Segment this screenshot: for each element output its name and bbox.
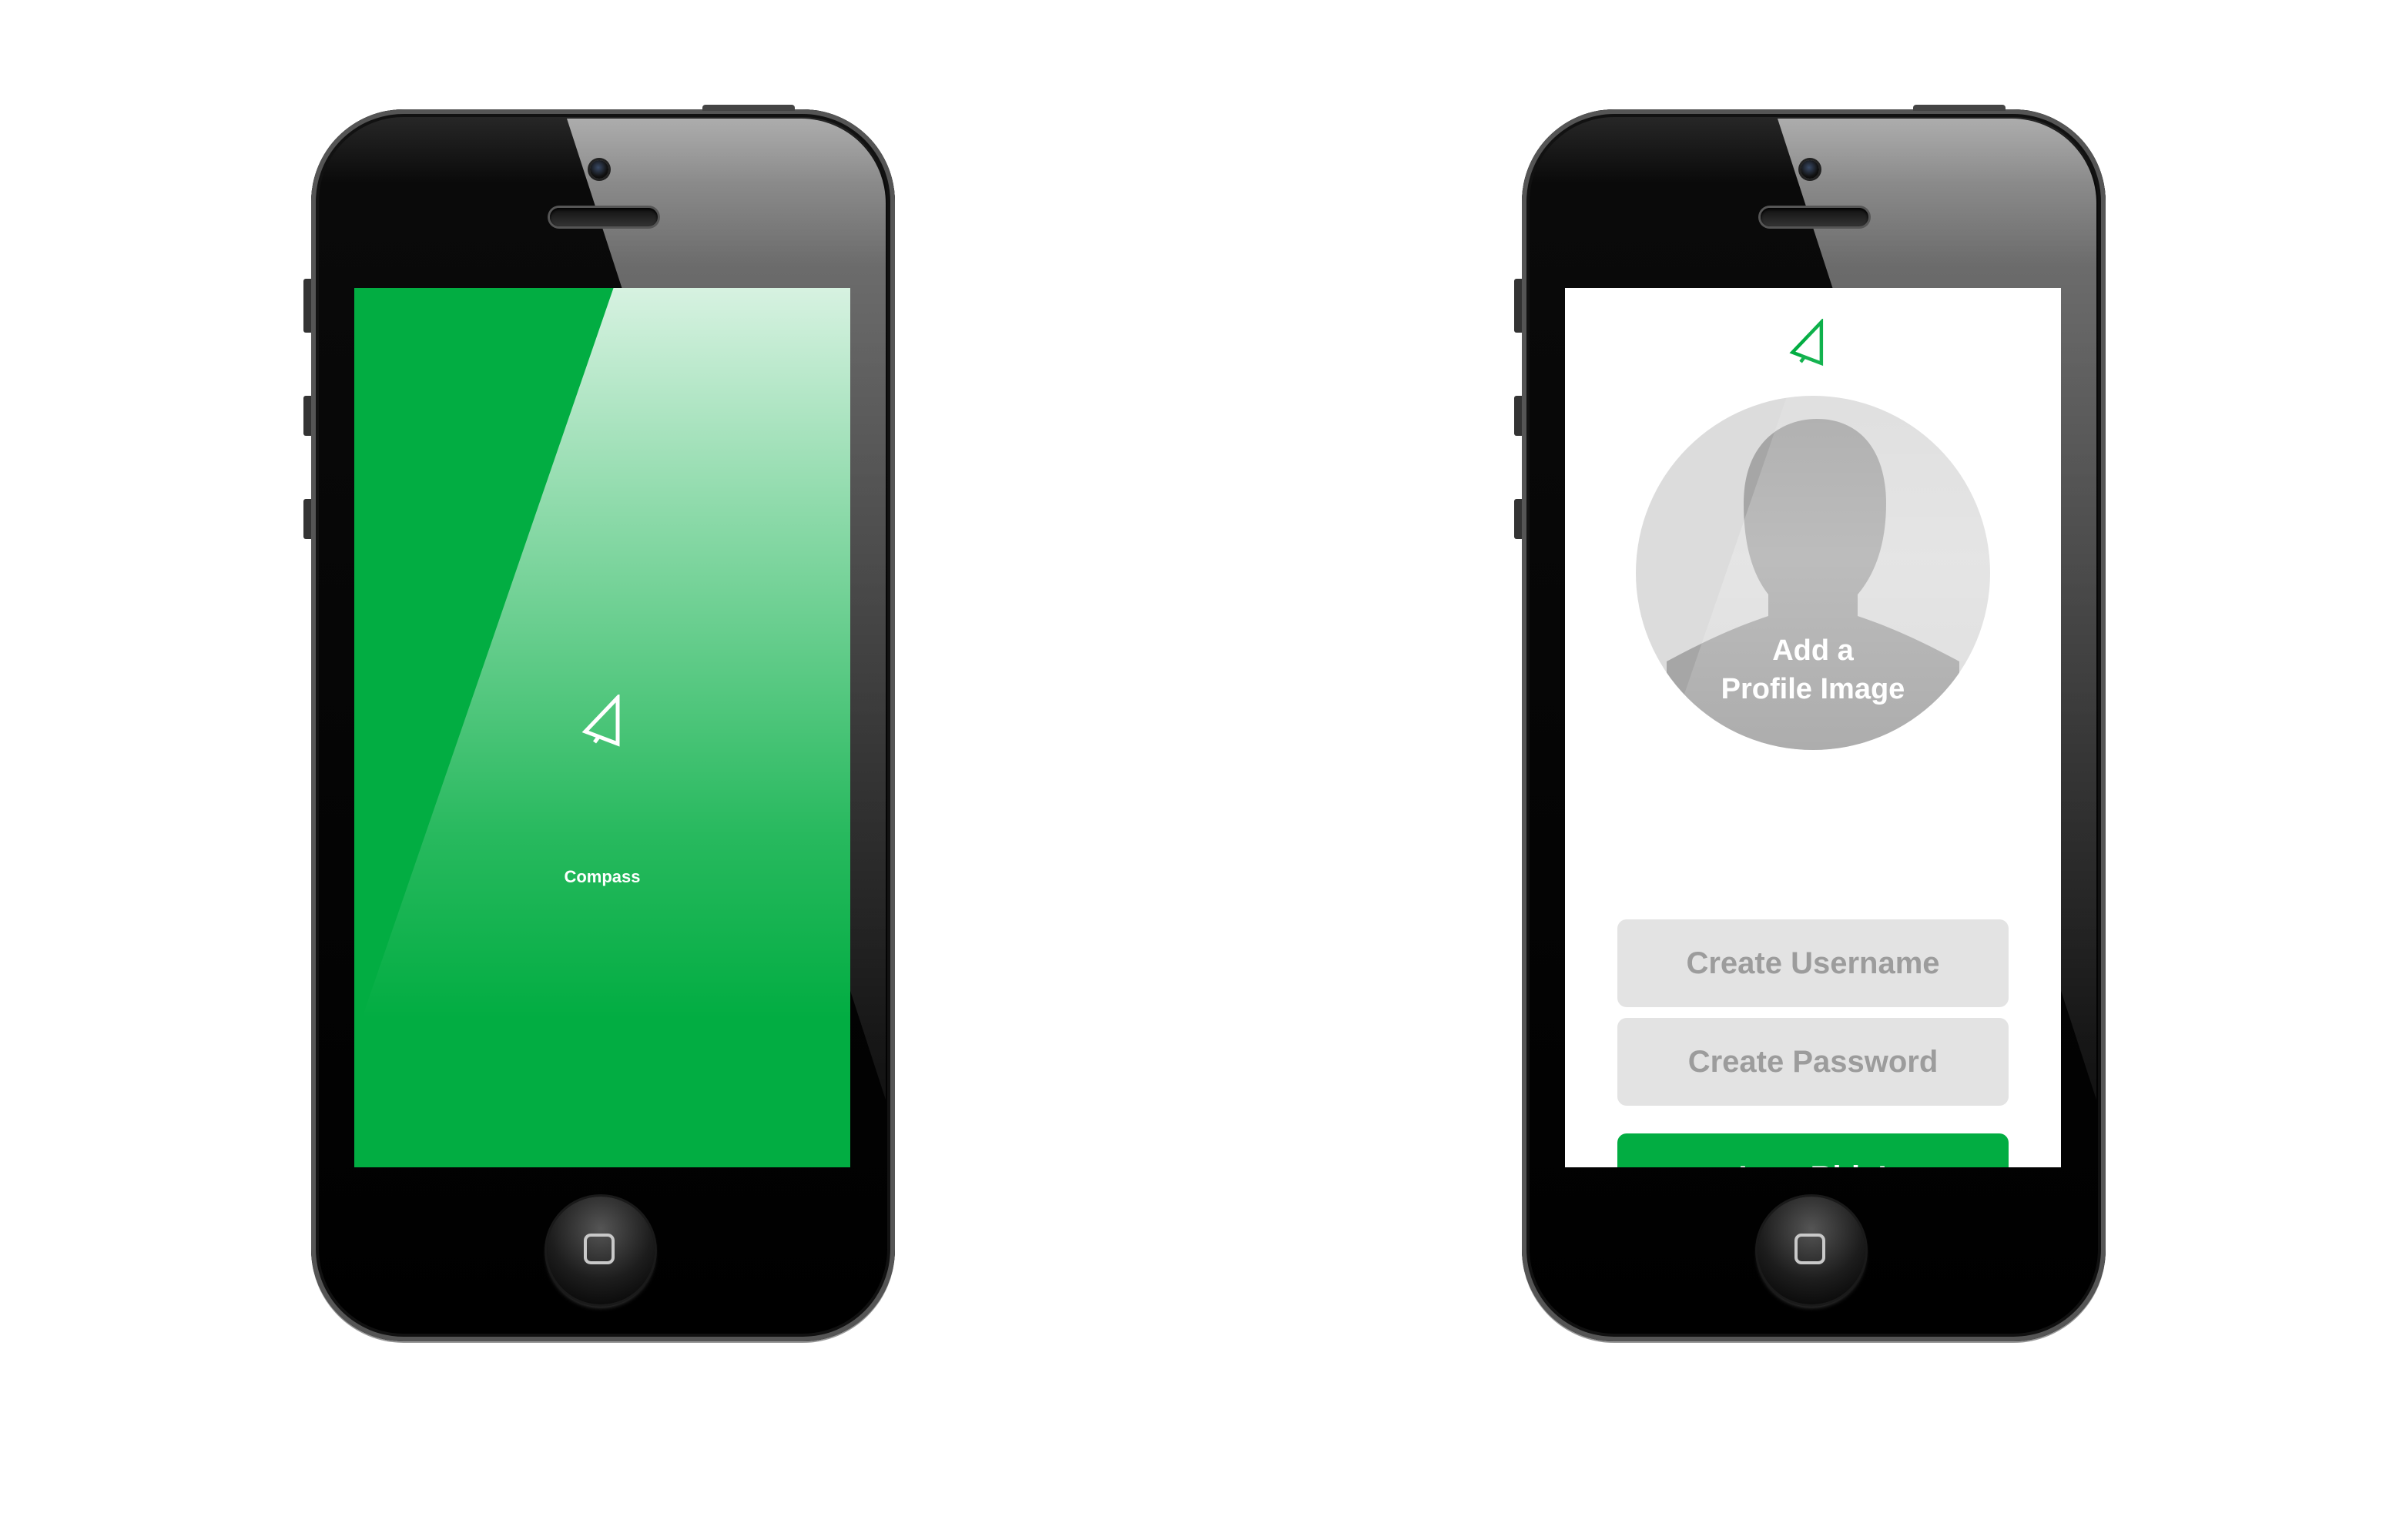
front-camera (590, 160, 608, 179)
volume-up-button (1514, 396, 1522, 436)
volume-down-button (1514, 499, 1522, 539)
front-camera (1801, 160, 1819, 179)
home-button[interactable] (547, 1197, 655, 1304)
avatar-label-line1: Add a (1772, 634, 1854, 667)
home-square-icon (1794, 1234, 1825, 1264)
compass-arrow-icon (1789, 319, 1824, 367)
phone-mockup-signup: Add a Profile Image Create Username Crea… (1514, 105, 2106, 1341)
app-name: Compass (564, 867, 641, 886)
username-input[interactable]: Create Username (1617, 919, 2009, 1007)
volume-down-button (303, 499, 311, 539)
volume-up-button (303, 396, 311, 436)
home-square-icon (584, 1234, 615, 1264)
splash-screen: Compass (354, 288, 850, 1167)
avatar-label-line2: Profile Image (1721, 673, 1905, 705)
signup-screen: Add a Profile Image Create Username Crea… (1565, 288, 2061, 1167)
password-input[interactable]: Create Password (1617, 1018, 2009, 1106)
sleep-button (1913, 105, 2006, 111)
lets-ride-button[interactable]: Lets Ride! (1617, 1133, 2009, 1167)
compass-arrow-icon (581, 695, 620, 747)
earpiece-speaker (550, 208, 658, 226)
mute-switch (303, 279, 311, 333)
mute-switch (1514, 279, 1522, 333)
sleep-button (702, 105, 795, 111)
add-profile-image-button[interactable]: Add a Profile Image (1636, 396, 1990, 750)
home-button[interactable] (1758, 1197, 1865, 1304)
phone-mockup-splash: Compass (303, 105, 895, 1341)
earpiece-speaker (1761, 208, 1868, 226)
